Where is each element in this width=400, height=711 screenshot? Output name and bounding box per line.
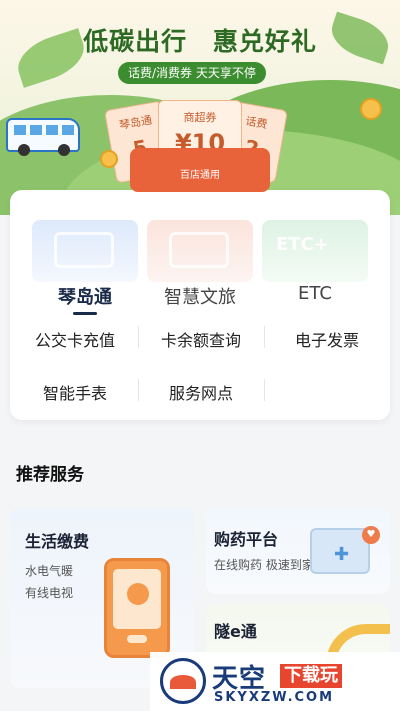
banner-title-part2: 惠兑好礼 — [212, 27, 317, 56]
tab-card-bg — [32, 220, 138, 282]
tab-smart-tourism[interactable]: 智慧文旅 — [147, 283, 253, 309]
bus-card-topup-button[interactable]: 公交卡充值 — [12, 327, 138, 351]
section-title: 推荐服务 — [16, 465, 84, 485]
promo-banner[interactable]: 低碳出行 惠兑好礼 话费/消费券 天天享不停 琴岛通 5 话费 2 商超券 ¥1… — [0, 0, 400, 215]
heart-icon: ♥ — [362, 526, 380, 544]
smart-watch-button[interactable]: 智能手表 — [12, 380, 138, 404]
pharmacy-card[interactable]: 购药平台 在线购药 极速到家 ✚ ♥ — [206, 508, 390, 594]
coin-icon — [100, 150, 118, 168]
tab-qindaotong[interactable]: 琴岛通 — [32, 283, 138, 309]
etc-ghost-label: ETC+ — [276, 234, 329, 255]
tunnel-pass-title: 隧e通 — [214, 622, 257, 641]
coupon-sub-label: 百店通用 — [180, 170, 220, 181]
e-invoice-button[interactable]: 电子发票 — [264, 327, 390, 351]
active-tab-indicator — [73, 312, 97, 315]
wallet-icon — [127, 583, 149, 605]
life-payment-sub2: 有线电视 — [25, 586, 74, 600]
tab-card-bg — [147, 220, 253, 282]
coin-icon — [360, 98, 382, 120]
tab-etc[interactable]: ETC — [262, 283, 368, 304]
banner-title-part1: 低碳出行 — [83, 27, 188, 56]
watermark-logo — [160, 658, 206, 704]
card-balance-button[interactable]: 卡余额查询 — [138, 327, 264, 351]
life-payment-sub1: 水电气暖 — [25, 564, 74, 578]
tab-card-bg: ETC+ — [262, 220, 368, 282]
medicine-kit-icon: ✚ — [310, 528, 370, 574]
banner-title: 低碳出行 惠兑好礼 — [0, 22, 400, 58]
service-card: ETC+ 琴岛通 智慧文旅 ETC 公交卡充值 卡余额查询 电子发票 智能手表 … — [10, 190, 390, 420]
coupon-label: 琴岛通 — [118, 113, 153, 133]
watermark-tag: 下载玩 — [280, 664, 342, 688]
bus-illustration — [6, 118, 80, 156]
phone-illustration — [104, 558, 170, 658]
life-payment-title: 生活缴费 — [25, 532, 90, 551]
watermark: 天空 下载玩 SKYXZW.COM — [150, 652, 400, 711]
banner-tagline: 话费/消费券 天天享不停 — [118, 62, 266, 84]
watermark-url: SKYXZW.COM — [214, 690, 335, 705]
pharmacy-title: 购药平台 — [214, 530, 279, 549]
divider — [264, 379, 265, 401]
pharmacy-sub: 在线购药 极速到家 — [214, 558, 314, 572]
service-outlets-button[interactable]: 服务网点 — [138, 380, 264, 404]
coupon-label: 商超券 — [183, 111, 217, 124]
